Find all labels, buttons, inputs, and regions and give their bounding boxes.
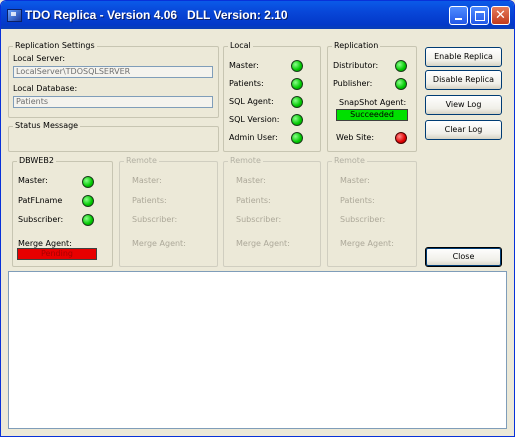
remote-merge-agent-label: Merge Agent:: [236, 239, 290, 248]
enable-replica-button[interactable]: Enable Replica: [425, 47, 502, 67]
status-message-group: Status Message: [8, 121, 219, 152]
remote-patflname-status-icon: [82, 195, 94, 207]
close-window-button[interactable]: ✕: [491, 6, 510, 25]
remote-legend: Remote: [332, 156, 367, 166]
local-database-label: Local Database:: [13, 84, 78, 93]
website-label: Web Site:: [336, 133, 375, 142]
remote-subscriber-label: Subscriber:: [132, 215, 178, 224]
local-patients-status-icon: [291, 78, 303, 90]
local-sql-version-status-icon: [291, 114, 303, 126]
remote-patients-label: Patients:: [340, 196, 375, 205]
remote-group-2: Remote Master: Patients: Subscriber: Mer…: [119, 156, 218, 267]
minimize-button[interactable]: [449, 6, 468, 25]
close-icon: ✕: [495, 8, 506, 23]
distributor-label: Distributor:: [333, 61, 379, 70]
remote-merge-agent-status: Pending: [17, 248, 97, 260]
local-sql-agent-label: SQL Agent:: [229, 97, 274, 106]
replication-settings-legend: Replication Settings: [13, 41, 97, 51]
local-group: Local Master: Patients: SQL Agent: SQL V…: [223, 41, 321, 152]
publisher-label: Publisher:: [333, 79, 373, 88]
replication-settings-group: Replication Settings Local Server: Local…: [8, 41, 219, 118]
local-sql-version-label: SQL Version:: [229, 115, 280, 124]
remote-legend: Remote: [124, 156, 159, 166]
minimize-icon: [450, 7, 467, 24]
remote-master-label: Master:: [340, 176, 370, 185]
replication-legend: Replication: [332, 41, 381, 51]
local-master-label: Master:: [229, 61, 259, 70]
remote-subscriber-label: Subscriber:: [340, 215, 386, 224]
remote-master-label: Master:: [236, 176, 266, 185]
remote-group-dbweb2: DBWEB2 Master: PatFLname Subscriber: Mer…: [12, 156, 113, 267]
local-legend: Local: [228, 41, 253, 51]
app-window: TDO Replica - Version 4.06 DLL Version: …: [0, 0, 515, 437]
local-server-field[interactable]: LocalServer\TDOSQLSERVER: [13, 66, 213, 78]
remote-legend: Remote: [228, 156, 263, 166]
local-server-label: Local Server:: [13, 54, 66, 63]
local-admin-user-status-icon: [291, 132, 303, 144]
clear-log-button[interactable]: Clear Log: [425, 120, 502, 140]
disable-replica-button[interactable]: Disable Replica: [425, 70, 502, 90]
distributor-status-icon: [395, 60, 407, 72]
maximize-icon: [471, 7, 488, 24]
local-master-status-icon: [291, 60, 303, 72]
local-admin-user-label: Admin User:: [229, 133, 278, 142]
remote-master-label: Master:: [18, 176, 48, 185]
remote-master-label: Master:: [132, 176, 162, 185]
remote-patients-label: Patients:: [132, 196, 167, 205]
close-button[interactable]: Close: [425, 247, 502, 267]
remote-subscriber-status-icon: [82, 214, 94, 226]
snapshot-agent-label: SnapShot Agent:: [339, 98, 407, 107]
view-log-button[interactable]: View Log: [425, 95, 502, 115]
local-sql-agent-status-icon: [291, 96, 303, 108]
window-title: TDO Replica - Version 4.06 DLL Version: …: [25, 8, 288, 22]
status-message-legend: Status Message: [13, 121, 81, 131]
local-database-field[interactable]: Patients: [13, 96, 213, 108]
snapshot-agent-status: Succeeded: [336, 109, 408, 121]
remote-group-4: Remote Master: Patients: Subscriber: Mer…: [327, 156, 417, 267]
publisher-status-icon: [395, 78, 407, 90]
log-output-area[interactable]: [8, 271, 507, 429]
remote-legend: DBWEB2: [17, 156, 56, 166]
remote-patflname-label: PatFLname: [18, 196, 63, 205]
maximize-button[interactable]: [470, 6, 489, 25]
local-patients-label: Patients:: [229, 79, 264, 88]
remote-merge-agent-label: Merge Agent:: [340, 239, 394, 248]
replication-group: Replication Distributor: Publisher: Snap…: [327, 41, 417, 152]
website-status-icon: [395, 132, 407, 144]
remote-group-3: Remote Master: Patients: Subscriber: Mer…: [223, 156, 321, 267]
remote-patients-label: Patients:: [236, 196, 271, 205]
remote-subscriber-label: Subscriber:: [236, 215, 282, 224]
app-icon[interactable]: [7, 9, 22, 22]
remote-subscriber-label: Subscriber:: [18, 215, 64, 224]
remote-master-status-icon: [82, 176, 94, 188]
title-bar[interactable]: TDO Replica - Version 4.06 DLL Version: …: [1, 1, 514, 29]
remote-merge-agent-label: Merge Agent:: [132, 239, 186, 248]
